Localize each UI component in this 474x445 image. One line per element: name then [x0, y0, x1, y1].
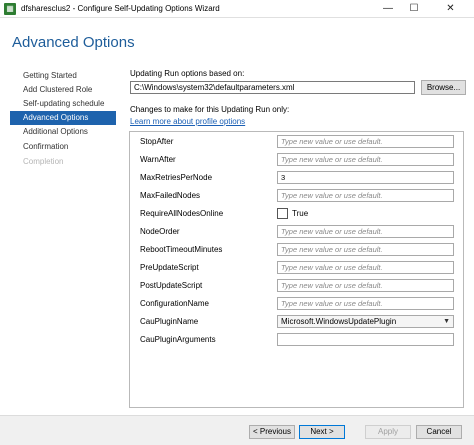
caupluginarguments-input[interactable]	[277, 333, 454, 346]
param-row-maxretriespernode: MaxRetriesPerNode 3	[130, 169, 463, 187]
param-row-caupluginname: CauPluginName Microsoft.WindowsUpdatePlu…	[130, 313, 463, 331]
param-name: MaxRetriesPerNode	[140, 173, 213, 182]
minimize-button[interactable]: —	[375, 0, 401, 18]
preupdatescript-input[interactable]: Type new value or use default.	[277, 261, 454, 274]
param-name: CauPluginArguments	[140, 335, 216, 344]
stopafter-input[interactable]: Type new value or use default.	[277, 135, 454, 148]
apply-button[interactable]: Apply	[365, 425, 411, 439]
title-bar: ▦ dfsharesclus2 - Configure Self-Updatin…	[0, 0, 474, 18]
param-name: CauPluginName	[140, 317, 199, 326]
next-button[interactable]: Next >	[299, 425, 345, 439]
param-name: PreUpdateScript	[140, 263, 199, 272]
param-row-nodeorder: NodeOrder Type new value or use default.	[130, 223, 463, 241]
cluster-icon: ▦	[4, 3, 16, 15]
close-button[interactable]: ✕	[427, 0, 474, 18]
param-row-warnafter: WarnAfter Type new value or use default.	[130, 151, 463, 169]
reboottimeoutminutes-input[interactable]: Type new value or use default.	[277, 243, 454, 256]
param-name: MaxFailedNodes	[140, 191, 201, 200]
parameters-grid: StopAfter Type new value or use default.…	[129, 131, 464, 408]
wizard-footer: < Previous Next > Apply Cancel	[0, 415, 474, 445]
param-row-preupdatescript: PreUpdateScript Type new value or use de…	[130, 259, 463, 277]
requireallnodesonline-checkbox[interactable]	[277, 208, 288, 219]
param-row-reboottimeoutminutes: RebootTimeoutMinutes Type new value or u…	[130, 241, 463, 259]
browse-button[interactable]: Browse...	[421, 80, 466, 95]
options-source-label: Updating Run options based on:	[130, 69, 245, 78]
previous-button[interactable]: < Previous	[249, 425, 295, 439]
nav-item-getting-started[interactable]: Getting Started	[10, 69, 116, 83]
cancel-button[interactable]: Cancel	[416, 425, 462, 439]
maxfailednodes-input[interactable]: Type new value or use default.	[277, 189, 454, 202]
nav-item-confirmation[interactable]: Confirmation	[10, 140, 116, 154]
param-name: ConfigurationName	[140, 299, 209, 308]
nodeorder-input[interactable]: Type new value or use default.	[277, 225, 454, 238]
param-name: RequireAllNodesOnline	[140, 209, 224, 218]
nav-item-self-updating-schedule[interactable]: Self-updating schedule	[10, 97, 116, 111]
param-name: WarnAfter	[140, 155, 176, 164]
param-name: NodeOrder	[140, 227, 180, 236]
param-name: PostUpdateScript	[140, 281, 203, 290]
options-path-field[interactable]: C:\Windows\system32\defaultparameters.xm…	[130, 81, 415, 94]
window-title: dfsharesclus2 - Configure Self-Updating …	[21, 4, 220, 13]
postupdatescript-input[interactable]: Type new value or use default.	[277, 279, 454, 292]
learn-more-link[interactable]: Learn more about profile options	[130, 117, 245, 126]
param-row-maxfailednodes: MaxFailedNodes Type new value or use def…	[130, 187, 463, 205]
param-row-stopafter: StopAfter Type new value or use default.	[130, 133, 463, 151]
select-value: Microsoft.WindowsUpdatePlugin	[281, 317, 397, 326]
nav-item-advanced-options[interactable]: Advanced Options	[10, 111, 116, 125]
nav-item-completion: Completion	[23, 157, 64, 166]
param-name: RebootTimeoutMinutes	[140, 245, 223, 254]
param-row-requireallnodesonline: RequireAllNodesOnline True	[130, 205, 463, 223]
maximize-button[interactable]: ☐	[401, 0, 427, 18]
page-title: Advanced Options	[12, 34, 135, 51]
wizard-header: Advanced Options	[0, 18, 474, 63]
changes-label: Changes to make for this Updating Run on…	[130, 105, 290, 114]
maxretriespernode-input[interactable]: 3	[277, 171, 454, 184]
main-content: Updating Run options based on: C:\Window…	[118, 63, 474, 408]
param-name: StopAfter	[140, 137, 174, 146]
nav-item-add-clustered-role[interactable]: Add Clustered Role	[10, 83, 116, 97]
caupluginname-select[interactable]: Microsoft.WindowsUpdatePlugin ▼	[277, 315, 454, 328]
configurationname-input[interactable]: Type new value or use default.	[277, 297, 454, 310]
checkbox-label: True	[292, 209, 309, 218]
param-row-caupluginarguments: CauPluginArguments	[130, 331, 463, 349]
wizard-steps-nav: Getting Started Add Clustered Role Self-…	[0, 63, 118, 408]
param-row-configurationname: ConfigurationName Type new value or use …	[130, 295, 463, 313]
param-row-postupdatescript: PostUpdateScript Type new value or use d…	[130, 277, 463, 295]
warnafter-input[interactable]: Type new value or use default.	[277, 153, 454, 166]
chevron-down-icon: ▼	[443, 318, 450, 325]
nav-item-additional-options[interactable]: Additional Options	[10, 125, 116, 139]
